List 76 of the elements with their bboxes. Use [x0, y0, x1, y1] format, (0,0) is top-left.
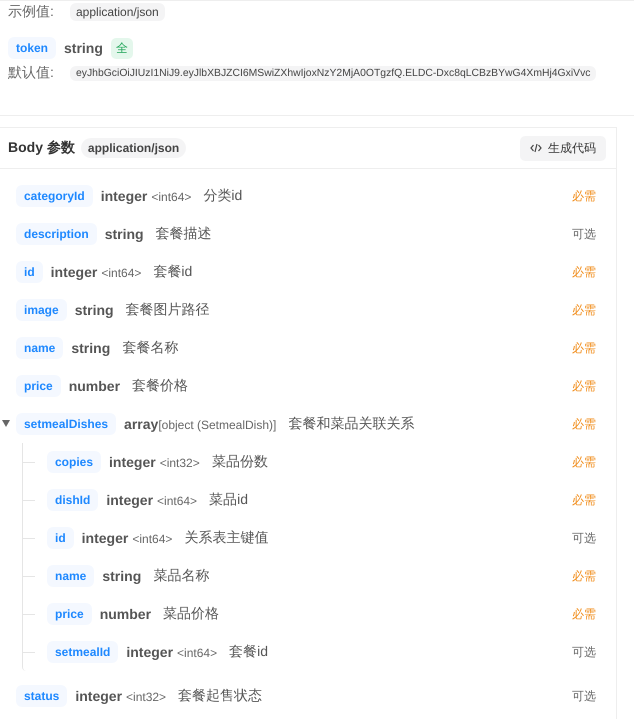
field-type: string	[71, 340, 110, 356]
requirement-label: 必需	[572, 302, 596, 318]
requirement-label: 必需	[572, 492, 596, 508]
field-type: string	[102, 568, 142, 584]
field-name: name	[47, 565, 94, 587]
field-name: image	[16, 299, 67, 321]
requirement-label: 必需	[572, 188, 596, 204]
field-type: string	[104, 226, 144, 242]
requirement-label: 必需	[572, 606, 596, 622]
field-type: string	[74, 302, 114, 318]
field-description: 套餐价格	[132, 377, 188, 395]
field-label: 示例值:	[8, 3, 55, 21]
field-type: integer	[75, 688, 122, 704]
requirement-label: 必需	[572, 454, 596, 470]
field-description: 套餐图片路径	[126, 301, 210, 319]
field-name: price	[16, 375, 61, 397]
default-value: eyJhbGciOiJIUzI1NiJ9.eyJlbXBJZCI6MSwiZXhwIjoxNzY2MjA0OTgzfQ.ELDC-Dxc8qLCBzBYwG4XmHj4GxiVvc	[70, 66, 596, 80]
generate-code-button[interactable]: 生成代码	[520, 136, 606, 160]
field-name: copies	[47, 451, 102, 473]
field-name: status	[16, 685, 68, 707]
code-icon	[530, 143, 542, 153]
example-value: application/json	[70, 3, 165, 21]
requirement-label: 可选	[572, 530, 596, 546]
field-type: number	[100, 606, 152, 622]
field-description: 菜品名称	[153, 567, 210, 585]
caret-icon[interactable]	[2, 420, 10, 427]
field-format: <int64>	[132, 532, 172, 546]
field-name: setmealId	[47, 641, 118, 663]
field-description: 菜品价格	[163, 605, 220, 623]
param-badge: 全	[110, 38, 133, 58]
requirement-label: 可选	[572, 644, 596, 660]
field-type: integer	[100, 188, 148, 204]
field-description: 套餐id	[229, 643, 268, 661]
field-label: 默认值:	[8, 64, 55, 82]
field-name: id	[47, 527, 74, 549]
requirement-label: 可选	[572, 688, 596, 704]
field-format: <int64>	[177, 646, 218, 660]
field-type: integer	[82, 530, 128, 546]
requirement-label: 必需	[572, 378, 596, 394]
field-type: number	[68, 378, 120, 394]
field-type: integer	[106, 492, 154, 508]
param-name: token	[8, 37, 56, 59]
field-name: price	[47, 603, 92, 625]
field-type: array	[124, 416, 158, 432]
field-format: <int64>	[151, 190, 192, 204]
field-description: 菜品份数	[212, 453, 268, 471]
field-description: 套餐id	[153, 263, 192, 281]
field-name: name	[16, 337, 64, 359]
param-type: string	[64, 40, 103, 56]
requirement-label: 必需	[572, 416, 596, 432]
field-description: 分类id	[203, 187, 242, 205]
requirement-label: 必需	[572, 568, 596, 584]
field-description: 菜品id	[209, 491, 248, 509]
field-type: integer	[126, 644, 174, 660]
section-title: Body 参数	[8, 139, 75, 157]
field-name: description	[16, 223, 97, 245]
field-name: setmealDishes	[16, 413, 116, 435]
field-type: integer	[109, 454, 156, 470]
requirement-label: 必需	[572, 340, 596, 356]
requirement-label: 必需	[572, 264, 596, 280]
field-format: <int64>	[101, 266, 142, 280]
field-type: integer	[50, 264, 98, 280]
field-description: 套餐名称	[122, 339, 178, 357]
field-format: <int64>	[157, 494, 198, 508]
content-type: application/json	[80, 138, 186, 158]
field-format: <int32>	[160, 456, 200, 470]
requirement-label: 可选	[572, 226, 596, 242]
field-description: 套餐描述	[156, 225, 212, 243]
field-name: dishId	[47, 489, 98, 511]
field-description: 套餐起售状态	[178, 687, 262, 705]
field-description: 套餐和菜品关联关系	[288, 415, 414, 433]
field-format: [object (SetmealDish)]	[158, 418, 276, 432]
field-format: <int32>	[126, 690, 166, 704]
field-name: id	[16, 261, 43, 283]
field-description: 关系表主键值	[184, 529, 268, 547]
field-name: categoryId	[16, 185, 93, 207]
